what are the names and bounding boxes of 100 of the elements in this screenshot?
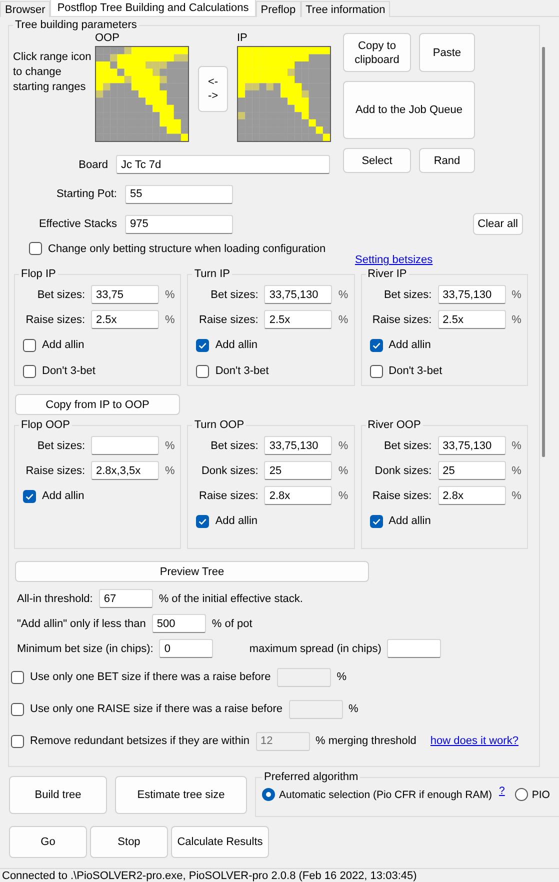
unit-label: % <box>165 440 175 452</box>
input-field[interactable]: 500 <box>152 614 206 633</box>
input-field[interactable] <box>387 639 442 658</box>
action-button[interactable]: Go <box>9 826 87 858</box>
checkbox[interactable] <box>11 670 24 684</box>
input-field[interactable]: 67 <box>98 589 153 608</box>
help-link[interactable]: ? <box>499 784 505 796</box>
unit-label: % merging threshold <box>316 735 416 747</box>
action-button[interactable]: Stop <box>90 826 168 858</box>
status-text: Connected to .\PioSOLVER2-pro.exe, PioSOLVER-pro 2.0.8 (Feb 16 2022, 13:03:45) <box>0 868 559 882</box>
checkbox[interactable] <box>29 242 42 255</box>
field-label: Minimum bet size (in chips): <box>17 642 154 654</box>
field-label: maximum spread (in chips) <box>249 642 382 654</box>
checkbox[interactable] <box>370 338 383 352</box>
input-field[interactable]: Jc Tc 7d <box>116 155 330 174</box>
input-field[interactable]: 33,75,130 <box>438 436 506 455</box>
unit-label: % <box>512 440 522 452</box>
checkbox[interactable] <box>23 364 36 378</box>
input-field[interactable] <box>91 436 159 455</box>
unit-label: % <box>348 703 358 715</box>
field-label: Bet sizes: <box>382 440 432 452</box>
field-label: Bet sizes: <box>36 288 85 300</box>
swap-button[interactable]: <- -> <box>198 66 228 112</box>
unit-label: % <box>165 288 175 300</box>
field-label: Raise sizes: <box>24 314 85 326</box>
checkbox[interactable] <box>196 514 210 528</box>
action-button[interactable]: Build tree <box>9 776 107 814</box>
group-title: Turn OOP <box>193 419 246 431</box>
checkbox[interactable] <box>11 702 24 716</box>
input-field[interactable]: 33,75,130 <box>264 436 332 455</box>
input-field[interactable]: 25 <box>438 461 506 480</box>
input-field[interactable]: 25 <box>264 461 332 480</box>
checkbox[interactable] <box>370 364 383 378</box>
action-button[interactable]: Add to the Job Queue <box>343 81 475 139</box>
input-field[interactable]: 2.8x,3,5x <box>91 461 159 480</box>
range-grid-drawing[interactable] <box>237 46 331 142</box>
action-button[interactable]: Estimate tree size <box>115 776 247 814</box>
checkbox[interactable] <box>196 364 210 378</box>
tab[interactable]: Preflop <box>256 1 301 17</box>
radio-label: Automatic selection (Pio CFR if enough RAM) <box>279 788 492 800</box>
checkbox[interactable] <box>11 734 24 748</box>
input-field[interactable]: 33,75,130 <box>438 285 506 304</box>
action-button[interactable]: Calculate Results <box>171 826 269 858</box>
input-field[interactable]: 2.5x <box>264 310 332 329</box>
preview-tree-button[interactable]: Preview Tree <box>15 561 369 582</box>
input-field[interactable]: 0 <box>159 639 214 658</box>
checkbox-label: Add allin <box>215 515 258 527</box>
group-title: Flop OOP <box>20 419 71 431</box>
clear-all-button[interactable]: Clear all <box>472 213 523 235</box>
field-label: Donk sizes: <box>374 464 432 476</box>
checkbox[interactable] <box>196 338 210 352</box>
action-button[interactable]: Select <box>343 148 411 173</box>
copy-button[interactable]: Copy from IP to OOP <box>15 394 180 415</box>
unit-label: % <box>512 490 522 502</box>
checkbox-label: Add allin <box>42 339 84 351</box>
checkbox-label: Don't 3-bet <box>215 365 269 377</box>
field-label: Raise sizes: <box>371 314 432 326</box>
help-link[interactable]: how does it work? <box>430 735 518 747</box>
range-grid-drawing[interactable] <box>95 46 189 142</box>
input-field[interactable]: 55 <box>125 184 233 204</box>
action-button[interactable]: Rand <box>419 148 475 173</box>
setting-betsizes-link[interactable]: Setting betsizes <box>355 254 433 268</box>
group-title: Preferred algorithm <box>263 771 360 783</box>
field-label: All-in threshold: <box>17 592 93 604</box>
checkbox-label: Use only one BET size if there was a raise before <box>30 671 271 683</box>
input-field[interactable]: 2.5x <box>438 310 506 329</box>
input-field[interactable]: 2.5x <box>91 310 159 329</box>
input-field[interactable]: 2.8x <box>264 486 332 505</box>
unit-label: % <box>165 464 175 476</box>
group-title: Turn IP <box>193 268 231 280</box>
field-label: Raise sizes: <box>198 314 258 326</box>
unit-label: % of pot <box>212 618 252 630</box>
field-label: "Add allin" only if less than <box>17 618 146 630</box>
input-field[interactable]: 2.8x <box>438 486 506 505</box>
action-button[interactable]: Copy to clipboard <box>343 33 411 72</box>
input-field[interactable]: 33,75 <box>91 285 159 304</box>
field-label: Starting Pot: <box>55 188 117 200</box>
field-label: Raise sizes: <box>24 464 85 476</box>
checkbox[interactable] <box>23 338 36 352</box>
field-label: Bet sizes: <box>210 440 258 452</box>
unit-label: % <box>338 314 348 326</box>
unit-label: % <box>512 314 522 326</box>
checkbox-label: Don't 3-bet <box>388 365 442 377</box>
unit-label: % of the initial effective stack. <box>158 592 303 604</box>
tab[interactable]: Tree information <box>300 1 390 17</box>
input-field[interactable]: 975 <box>125 214 233 234</box>
action-button[interactable]: Paste <box>419 33 475 72</box>
checkbox-label: Add allin <box>388 339 431 351</box>
checkbox[interactable] <box>370 514 383 528</box>
input-field[interactable]: 33,75,130 <box>264 285 332 304</box>
checkbox-label: Change only betting structure when loading configuration <box>48 242 326 254</box>
unit-label: % <box>338 464 348 476</box>
scrollbar[interactable] <box>542 47 545 457</box>
radio-button[interactable] <box>262 788 275 801</box>
radio-button[interactable] <box>514 788 528 801</box>
checkbox-label: Remove redundant betsizes if they are within <box>30 735 250 747</box>
checkbox[interactable] <box>23 490 36 502</box>
tab[interactable]: Postflop Tree Building and Calculations <box>50 0 256 16</box>
tab[interactable]: Browser <box>0 1 50 17</box>
unit-label: % <box>512 464 522 476</box>
